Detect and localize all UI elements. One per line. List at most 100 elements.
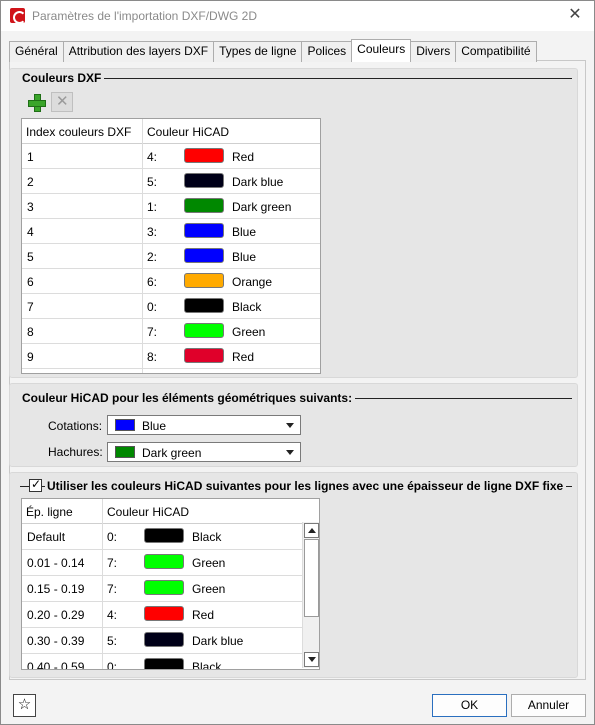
table-row[interactable]: 5 2: Blue [22, 244, 320, 269]
hicad-code-cell: 0: [107, 660, 118, 670]
hicad-app-icon [10, 8, 26, 24]
color-name-cell: Red [232, 350, 255, 364]
hachures-label: Hachures: [48, 445, 103, 459]
color-name-cell: Green [192, 582, 226, 596]
color-name-cell: Black [232, 300, 262, 314]
tab-strip: Général Attribution des layers DXF Types… [9, 39, 537, 62]
table-header: Ép. ligne Couleur HiCAD [22, 499, 319, 524]
table-row[interactable]: 0.30 - 0.39 5: Dark blue [22, 628, 319, 654]
tab-line-types[interactable]: Types de ligne [213, 41, 303, 62]
color-name-cell: Blue [232, 225, 257, 239]
hicad-code-cell: 3: [147, 225, 158, 239]
dxf-index-cell: 5 [27, 250, 34, 264]
line-range-cell: 0.15 - 0.19 [27, 582, 85, 596]
color-swatch [144, 658, 184, 669]
color-swatch [184, 348, 224, 363]
tab-colors[interactable]: Couleurs [351, 39, 412, 62]
color-name-cell: Green [232, 325, 266, 339]
close-icon[interactable]: ✕ [566, 6, 584, 24]
table-row[interactable]: 3 1: Dark green [22, 194, 320, 219]
cotations-color-select[interactable]: Blue [107, 415, 301, 435]
tab-general[interactable]: Général [9, 41, 64, 62]
line-range-cell: 0.30 - 0.39 [27, 634, 85, 648]
table-row[interactable]: 1 4: Red [22, 144, 320, 169]
use-line-colors-checkbox[interactable]: ✓ [29, 477, 42, 492]
column-header-line-thickness[interactable]: Ép. ligne [26, 505, 73, 519]
line-range-cell: 0.20 - 0.29 [27, 608, 85, 622]
color-swatch [144, 554, 184, 569]
dxf-index-cell: 2 [27, 175, 34, 189]
table-row[interactable]: Default 0: Black [22, 524, 319, 550]
column-header-hicad-color[interactable]: Couleur HiCAD [147, 125, 229, 139]
dxf-index-cell: 8 [27, 325, 34, 339]
scroll-thumb[interactable] [304, 539, 319, 617]
tab-misc[interactable]: Divers [410, 41, 457, 62]
hicad-code-cell: 7: [147, 325, 158, 339]
hachures-color-select[interactable]: Dark green [107, 442, 301, 462]
dxf-color-table[interactable]: Index couleurs DXF Couleur HiCAD 1 4: Red 2… [21, 118, 321, 374]
hachures-value: Dark green [142, 446, 202, 460]
color-name-cell: Black [192, 660, 222, 670]
delete-glyph: ✕ [56, 93, 69, 110]
column-header-dxf-index[interactable]: Index couleurs DXF [26, 125, 131, 139]
hicad-code-cell: 1: [147, 200, 158, 214]
hicad-code-cell: 7: [107, 556, 118, 570]
scroll-down-icon[interactable] [304, 652, 319, 667]
color-swatch [184, 298, 224, 313]
cancel-button[interactable]: Annuler [511, 694, 586, 717]
table-row[interactable]: 6 6: Orange [22, 269, 320, 294]
color-name-cell: Blue [232, 250, 257, 264]
chevron-down-icon [286, 423, 294, 428]
table-row[interactable]: 0.40 - 0.59 0: Black [22, 654, 319, 670]
color-swatch [144, 606, 184, 621]
ok-button[interactable]: OK [432, 694, 507, 717]
table-row[interactable]: 0.01 - 0.14 7: Green [22, 550, 319, 576]
cotations-label: Cotations: [48, 419, 103, 433]
geometric-colors-title: Couleur HiCAD pour les éléments géométri… [20, 391, 356, 405]
hicad-code-cell: 6: [147, 275, 158, 289]
color-name-cell: Orange [232, 275, 273, 289]
line-range-cell: 0.01 - 0.14 [27, 556, 85, 570]
color-swatch [184, 173, 224, 188]
color-swatch [184, 323, 224, 338]
table-row[interactable]: 7 0: Black [22, 294, 320, 319]
dxf-index-cell: 3 [27, 200, 34, 214]
dxf-index-cell: 4 [27, 225, 34, 239]
chevron-down-icon [286, 450, 294, 455]
color-name-cell: Dark blue [232, 175, 284, 189]
color-swatch [184, 248, 224, 263]
color-name-cell: Red [192, 608, 215, 622]
hicad-code-cell: 2: [147, 250, 158, 264]
delete-icon[interactable]: ✕ [51, 92, 73, 112]
table-row[interactable]: 2 5: Dark blue [22, 169, 320, 194]
check-icon: ✓ [31, 477, 42, 491]
scroll-up-icon[interactable] [304, 523, 319, 538]
tab-compatibility[interactable]: Compatibilité [455, 41, 537, 62]
tab-fonts[interactable]: Polices [301, 41, 353, 62]
tab-layer-attribution[interactable]: Attribution des layers DXF [62, 41, 215, 62]
color-swatch [144, 580, 184, 595]
column-header-hicad-color[interactable]: Couleur HiCAD [107, 505, 189, 519]
line-thickness-table[interactable]: Ép. ligne Couleur HiCAD Default 0: Black 0.… [21, 498, 320, 670]
window-title: Paramètres de l'importation DXF/DWG 2D [32, 9, 258, 23]
table-row[interactable]: 0.20 - 0.29 4: Red [22, 602, 319, 628]
table-row[interactable]: 8 7: Green [22, 319, 320, 344]
color-swatch [144, 632, 184, 647]
color-swatch [184, 273, 224, 288]
table-row[interactable]: 4 3: Blue [22, 219, 320, 244]
table-scrollbar[interactable] [302, 522, 319, 668]
table-row[interactable]: 9 8: Red [22, 344, 320, 369]
table-row[interactable]: 0.15 - 0.19 7: Green [22, 576, 319, 602]
dxf-index-cell: 6 [27, 275, 34, 289]
hicad-code-cell: 0: [107, 530, 118, 544]
color-name-cell: Green [192, 556, 226, 570]
plus-icon[interactable] [25, 92, 47, 112]
dxf-colors-title: Couleurs DXF [20, 71, 105, 85]
color-name-cell: Dark green [232, 200, 292, 214]
favorites-star-icon[interactable]: ☆ [13, 694, 36, 717]
hicad-code-cell: 5: [107, 634, 118, 648]
color-name-cell: Black [192, 530, 222, 544]
hicad-code-cell: 4: [147, 150, 158, 164]
color-name-cell: Red [232, 150, 255, 164]
color-swatch [184, 198, 224, 213]
